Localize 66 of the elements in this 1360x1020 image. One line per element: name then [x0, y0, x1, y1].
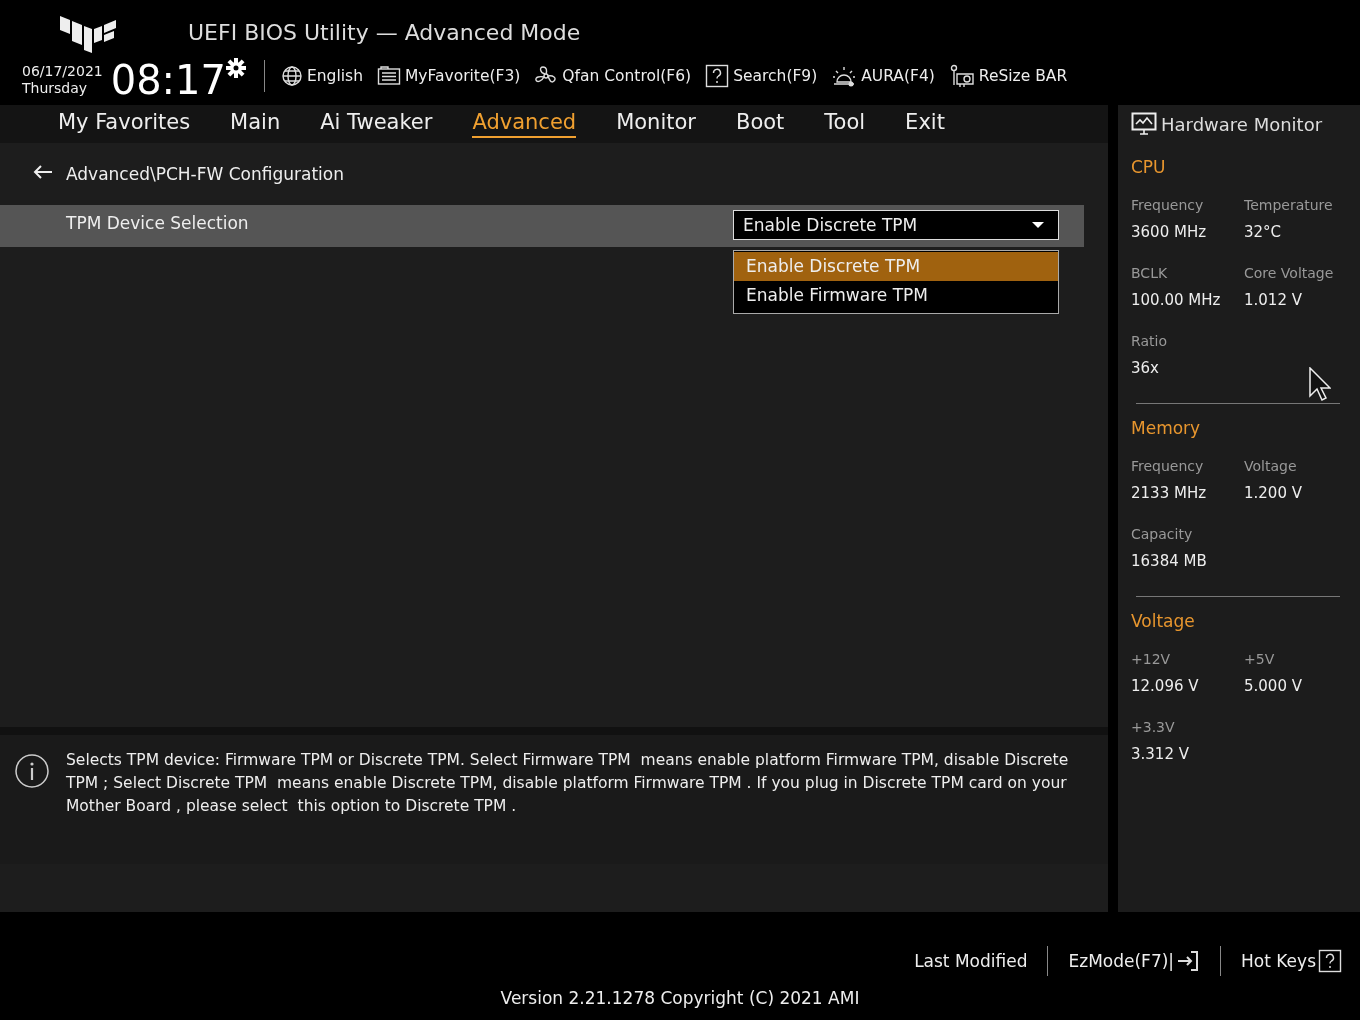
lightbulb-icon [831, 65, 858, 87]
caret-icon [1032, 222, 1044, 228]
menu-tab[interactable]: My Favorites [58, 110, 191, 138]
exit-icon [1176, 950, 1201, 972]
day-text: Thursday [22, 80, 89, 97]
metric-value: 32°C [1244, 222, 1283, 243]
menu-tab[interactable]: Exit [905, 110, 945, 138]
clock-time: 08:17 [110, 58, 226, 102]
section-title: Voltage [1131, 611, 1196, 631]
mouse-cursor-icon [1309, 367, 1331, 401]
metric-value: 3.312 V [1131, 744, 1190, 765]
monitor-icon [1131, 112, 1157, 136]
metric-value: 100.00 MHz [1131, 290, 1222, 311]
metric-label: +5V [1244, 650, 1276, 669]
metric-label: +3.3V [1131, 718, 1176, 737]
metric-value: 36x [1131, 358, 1160, 379]
metric-label: BCLK [1131, 264, 1169, 283]
metric-label: Ratio [1131, 332, 1168, 351]
version-text: Version 2.21.1278 Copyright (C) 2021 AMI [500, 988, 860, 1008]
globe-icon [281, 65, 303, 87]
metric-value: 16384 MB [1131, 551, 1208, 572]
dropdown[interactable]: Enable Discrete TPM [733, 210, 1059, 240]
section-title: Memory [1131, 418, 1202, 438]
list-icon [376, 66, 401, 86]
date-text: 06/17/2021 [22, 63, 103, 80]
metric-value: 2133 MHz [1131, 483, 1208, 504]
menu-tab[interactable]: Monitor [616, 110, 696, 138]
metric-label: Temperature [1244, 196, 1334, 215]
setting-label: TPM Device Selection [66, 213, 250, 233]
help-icon [705, 64, 730, 88]
metric-value: 1.200 V [1244, 483, 1303, 504]
toolbar-button[interactable]: Search(F9) [705, 64, 818, 88]
help-text: Selects TPM device: Firmware TPM or Discrete TPM. Select Firmware TPM means enable platform Firmware TPM, disable Discrete TPM ; Select Discrete TPM means enable Discrete TPM, disable platform Firmware TPM . If you plug in Discrete TPM card on your Mother Board , please select this option to Discrete TPM . [66, 750, 1070, 817]
toolbar-button[interactable]: ReSize BAR [948, 64, 1068, 88]
metric-label: Capacity [1131, 525, 1194, 544]
metric-label: Core Voltage [1244, 264, 1335, 283]
toolbar-button[interactable]: AURA(F4) [831, 65, 935, 87]
metric-value: 5.000 V [1244, 676, 1303, 697]
menu-tab[interactable]: Boot [735, 110, 785, 138]
metric-label: Voltage [1244, 457, 1298, 476]
settings-icon[interactable] [226, 58, 246, 78]
metric-value: 1.012 V [1244, 290, 1303, 311]
graphics-card-icon [948, 64, 975, 88]
info-icon [14, 753, 50, 789]
footer-button[interactable]: Hot Keys [1241, 949, 1342, 973]
window-title: UEFI BIOS Utility — Advanced Mode [188, 20, 582, 47]
metric-label: Frequency [1131, 196, 1205, 215]
menu-tab[interactable]: Ai Tweaker [320, 110, 433, 138]
footer-button[interactable]: EzMode(F7)| [1068, 950, 1201, 972]
footer-button[interactable]: Last Modified [914, 951, 1028, 971]
metric-value: 12.096 V [1131, 676, 1200, 697]
toolbar-button[interactable]: English [281, 65, 363, 87]
metric-label: Frequency [1131, 457, 1205, 476]
menu-tab[interactable]: Tool [824, 110, 866, 138]
metric-label: +12V [1131, 650, 1172, 669]
toolbar-button[interactable]: Qfan Control(F6) [534, 65, 692, 87]
menu-tab[interactable]: Main [230, 110, 281, 138]
panel-title: Hardware Monitor [1161, 113, 1323, 135]
section-title: CPU [1131, 157, 1167, 177]
menu-tab[interactable]: Advanced [472, 110, 577, 138]
dropdown-option[interactable]: Enable Discrete TPM [734, 252, 1058, 281]
toolbar-button[interactable]: MyFavorite(F3) [376, 66, 521, 86]
help-icon [1318, 949, 1342, 973]
dropdown-option[interactable]: Enable Firmware TPM [734, 281, 1058, 310]
breadcrumb: Advanced\PCH-FW Configuration [66, 164, 345, 184]
metric-value: 3600 MHz [1131, 222, 1208, 243]
